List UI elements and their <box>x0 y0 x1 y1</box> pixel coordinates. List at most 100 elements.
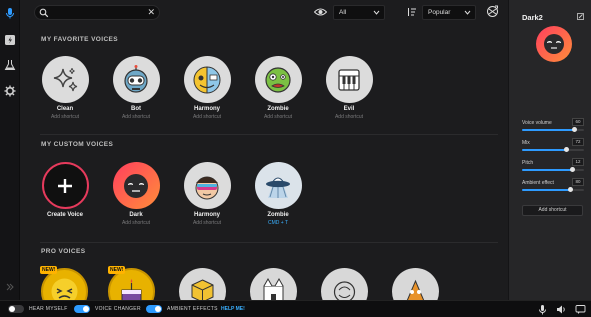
add-shortcut-link[interactable]: Add shortcut <box>108 114 164 120</box>
chevron-down-icon <box>373 10 380 15</box>
brain-icon <box>333 281 356 300</box>
collapse-icon[interactable] <box>3 280 17 294</box>
slider-handle[interactable] <box>572 127 578 132</box>
slider-handle[interactable] <box>567 187 573 192</box>
hear-myself-toggle[interactable] <box>8 305 24 313</box>
voice-changer-label: VOICE CHANGER <box>95 306 141 312</box>
add-shortcut-link[interactable]: Add shortcut <box>108 220 164 226</box>
voice-shortcut[interactable]: CMD + T <box>250 220 306 226</box>
voice-card-zombie-custom[interactable]: Zombie CMD + T <box>250 162 306 226</box>
filter-select[interactable]: All <box>333 5 385 20</box>
add-shortcut-link[interactable]: Add shortcut <box>37 114 93 120</box>
new-badge: NEW! <box>108 266 126 274</box>
left-rail <box>0 0 20 300</box>
ambient-effects-toggle[interactable] <box>146 305 162 313</box>
edit-icon[interactable] <box>577 13 584 20</box>
slider-fill <box>522 189 571 191</box>
ambient-effects-label: AMBIENT EFFECTS <box>167 306 218 312</box>
slider-handle[interactable] <box>564 147 570 152</box>
selected-voice-avatar <box>536 26 572 62</box>
slider-fill <box>522 149 567 151</box>
voice-changer-toggle[interactable] <box>74 305 90 313</box>
flask-icon[interactable] <box>3 58 17 72</box>
ufo-icon <box>254 162 302 209</box>
pro-voice-card[interactable] <box>321 268 368 300</box>
voice-name: Evil <box>343 106 355 112</box>
voice-name: Create Voice <box>47 212 83 218</box>
search-box[interactable]: ✕ <box>34 5 160 20</box>
sort-select[interactable]: Popular <box>422 5 476 20</box>
voice-card-harmony-custom[interactable]: Harmony Add shortcut <box>179 162 235 226</box>
plus-icon <box>41 162 89 209</box>
voice-volume-slider[interactable]: Voice volume 60 <box>522 118 584 132</box>
cube-icon <box>191 279 214 300</box>
toggle-knob <box>155 306 161 312</box>
pro-voice-card[interactable] <box>250 268 297 300</box>
clear-search-icon[interactable]: ✕ <box>147 7 155 18</box>
create-voice-button[interactable]: Create Voice <box>37 162 93 220</box>
sort-select-value: Popular <box>428 9 451 16</box>
help-link[interactable]: HELP ME! <box>221 306 245 312</box>
cathedral-icon <box>263 277 284 300</box>
microphone-icon[interactable] <box>537 304 548 315</box>
add-shortcut-link[interactable]: Add shortcut <box>179 114 235 120</box>
slider-track[interactable] <box>522 147 584 152</box>
slider-value[interactable]: 72 <box>572 138 584 146</box>
slider-track[interactable] <box>522 127 584 132</box>
section-title-custom: MY CUSTOM VOICES <box>41 141 114 148</box>
bottom-bar: HEAR MYSELF VOICE CHANGER AMBIENT EFFECT… <box>0 300 591 317</box>
eye-icon[interactable] <box>314 7 327 17</box>
voice-settings-panel: Dark2 Voice volume 60 Mix 72 Pitch 12 Am… <box>508 0 591 300</box>
random-voice-icon[interactable] <box>485 4 500 19</box>
organ-icon <box>325 56 373 103</box>
section-title-pro: PRO VOICES <box>41 248 86 255</box>
slider-value[interactable]: 60 <box>572 118 584 126</box>
voice-card-dark[interactable]: Dark Add shortcut <box>108 162 164 226</box>
voice-name: Dark <box>129 212 143 218</box>
new-badge: NEW! <box>40 266 58 274</box>
search-input[interactable] <box>51 7 141 18</box>
harmony-icon <box>183 56 231 103</box>
microphone-icon[interactable] <box>3 6 17 20</box>
voice-card-evil[interactable]: Evil Add shortcut <box>321 56 377 120</box>
add-shortcut-button[interactable]: Add shortcut <box>522 205 583 216</box>
chat-icon[interactable] <box>575 304 586 315</box>
voice-card-harmony[interactable]: Harmony Add shortcut <box>179 56 235 120</box>
soundboard-icon[interactable] <box>3 33 17 47</box>
pro-voice-card[interactable] <box>392 268 439 300</box>
toggle-knob <box>83 306 89 312</box>
pitch-slider[interactable]: Pitch 12 <box>522 158 584 172</box>
add-shortcut-link[interactable]: Add shortcut <box>321 114 377 120</box>
chevron-down-icon <box>464 10 471 15</box>
section-title-favorites: MY FAVORITE VOICES <box>41 36 119 43</box>
slider-value[interactable]: 80 <box>572 178 584 186</box>
toggle-knob <box>9 306 15 312</box>
search-icon <box>39 8 49 18</box>
voice-name: Harmony <box>193 212 220 218</box>
slider-handle[interactable] <box>570 167 576 172</box>
mix-slider[interactable]: Mix 72 <box>522 138 584 152</box>
selected-voice-title: Dark2 <box>522 13 543 22</box>
pro-voice-card[interactable] <box>179 268 226 300</box>
speaker-icon[interactable] <box>556 304 567 315</box>
slider-track[interactable] <box>522 167 584 172</box>
voice-card-bot[interactable]: Bot Add shortcut <box>108 56 164 120</box>
dark-face-icon <box>544 34 564 54</box>
voice-card-zombie[interactable]: Zombie Add shortcut <box>250 56 306 120</box>
gear-icon[interactable] <box>3 84 17 98</box>
ambient-effect-slider[interactable]: Ambient effect 80 <box>522 178 584 192</box>
zombie-icon <box>254 56 302 103</box>
voice-name: Zombie <box>267 212 289 218</box>
add-shortcut-link[interactable]: Add shortcut <box>250 114 306 120</box>
section-divider <box>40 134 498 135</box>
slider-value[interactable]: 12 <box>572 158 584 166</box>
voice-card-clean[interactable]: Clean Add shortcut <box>37 56 93 120</box>
voice-name: Harmony <box>193 106 220 112</box>
slider-fill <box>522 129 575 131</box>
robot-icon <box>112 56 160 103</box>
sunglasses-face-icon <box>183 162 231 209</box>
add-shortcut-link[interactable]: Add shortcut <box>179 220 235 226</box>
bird-icon <box>406 279 425 300</box>
slider-track[interactable] <box>522 187 584 192</box>
pro-voice-icon <box>51 278 78 300</box>
